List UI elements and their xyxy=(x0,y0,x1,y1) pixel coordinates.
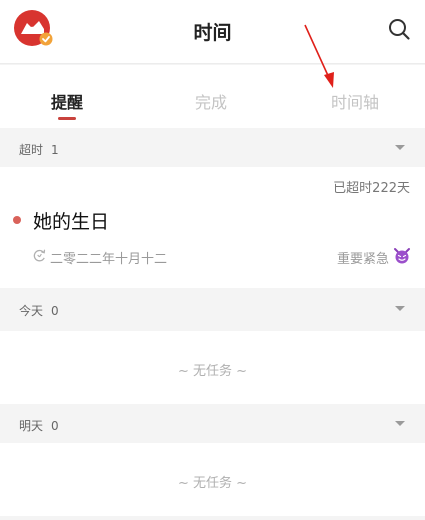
empty-list-today: ~ 无任务 ~ xyxy=(0,331,425,404)
section-header-tomorrow[interactable]: 明天 0 xyxy=(0,405,425,443)
empty-list-tomorrow: ~ 无任务 ~ xyxy=(0,443,425,516)
section-count-overdue: 1 xyxy=(51,143,59,157)
section-label-tomorrow: 明天 0 xyxy=(19,417,59,434)
page-title: 时间 xyxy=(193,22,232,44)
section-count-tomorrow: 0 xyxy=(51,419,59,433)
task-title[interactable]: 她的生日 xyxy=(33,207,109,234)
chevron-down-icon[interactable] xyxy=(395,145,405,150)
tab-bar: 提醒 完成 时间轴 xyxy=(0,65,425,128)
overdue-status: 已超时222天 xyxy=(333,181,410,196)
section-header-overdue[interactable]: 超时 1 xyxy=(0,129,425,167)
tab-completed[interactable]: 完成 xyxy=(195,89,227,113)
section-header-today[interactable]: 今天 0 xyxy=(0,290,425,328)
active-tab-indicator xyxy=(58,117,76,120)
task-card[interactable]: 已超时222天 她的生日 二零二二年十月十二 重要紧急 xyxy=(0,167,425,288)
empty-text-tomorrow: ~ 无任务 ~ xyxy=(177,476,248,491)
app-root: 时间 提醒 完成 时间轴 超时 1 已超时222天 她的生日 二零二二年十月十二 … xyxy=(0,0,425,520)
chevron-down-icon[interactable] xyxy=(395,421,405,426)
tab-timeline[interactable]: 时间轴 xyxy=(331,89,379,113)
task-status-dot xyxy=(13,216,21,224)
task-date: 二零二二年十月十二 xyxy=(50,252,168,267)
search-icon[interactable] xyxy=(387,17,411,41)
tab-reminder[interactable]: 提醒 xyxy=(51,89,83,113)
app-header: 时间 xyxy=(0,0,425,64)
section-title-today: 今天 xyxy=(19,304,44,318)
devil-face-icon xyxy=(394,248,410,264)
section-label-today: 今天 0 xyxy=(19,302,59,319)
section-title-overdue: 超时 xyxy=(19,143,44,157)
chevron-down-icon[interactable] xyxy=(395,306,405,311)
empty-text-today: ~ 无任务 ~ xyxy=(177,364,248,379)
repeat-icon xyxy=(33,249,46,262)
section-count-today: 0 xyxy=(51,304,59,318)
section-title-tomorrow: 明天 xyxy=(19,419,44,433)
priority-label: 重要紧急 xyxy=(336,252,389,267)
section-label-overdue: 超时 1 xyxy=(19,141,59,158)
